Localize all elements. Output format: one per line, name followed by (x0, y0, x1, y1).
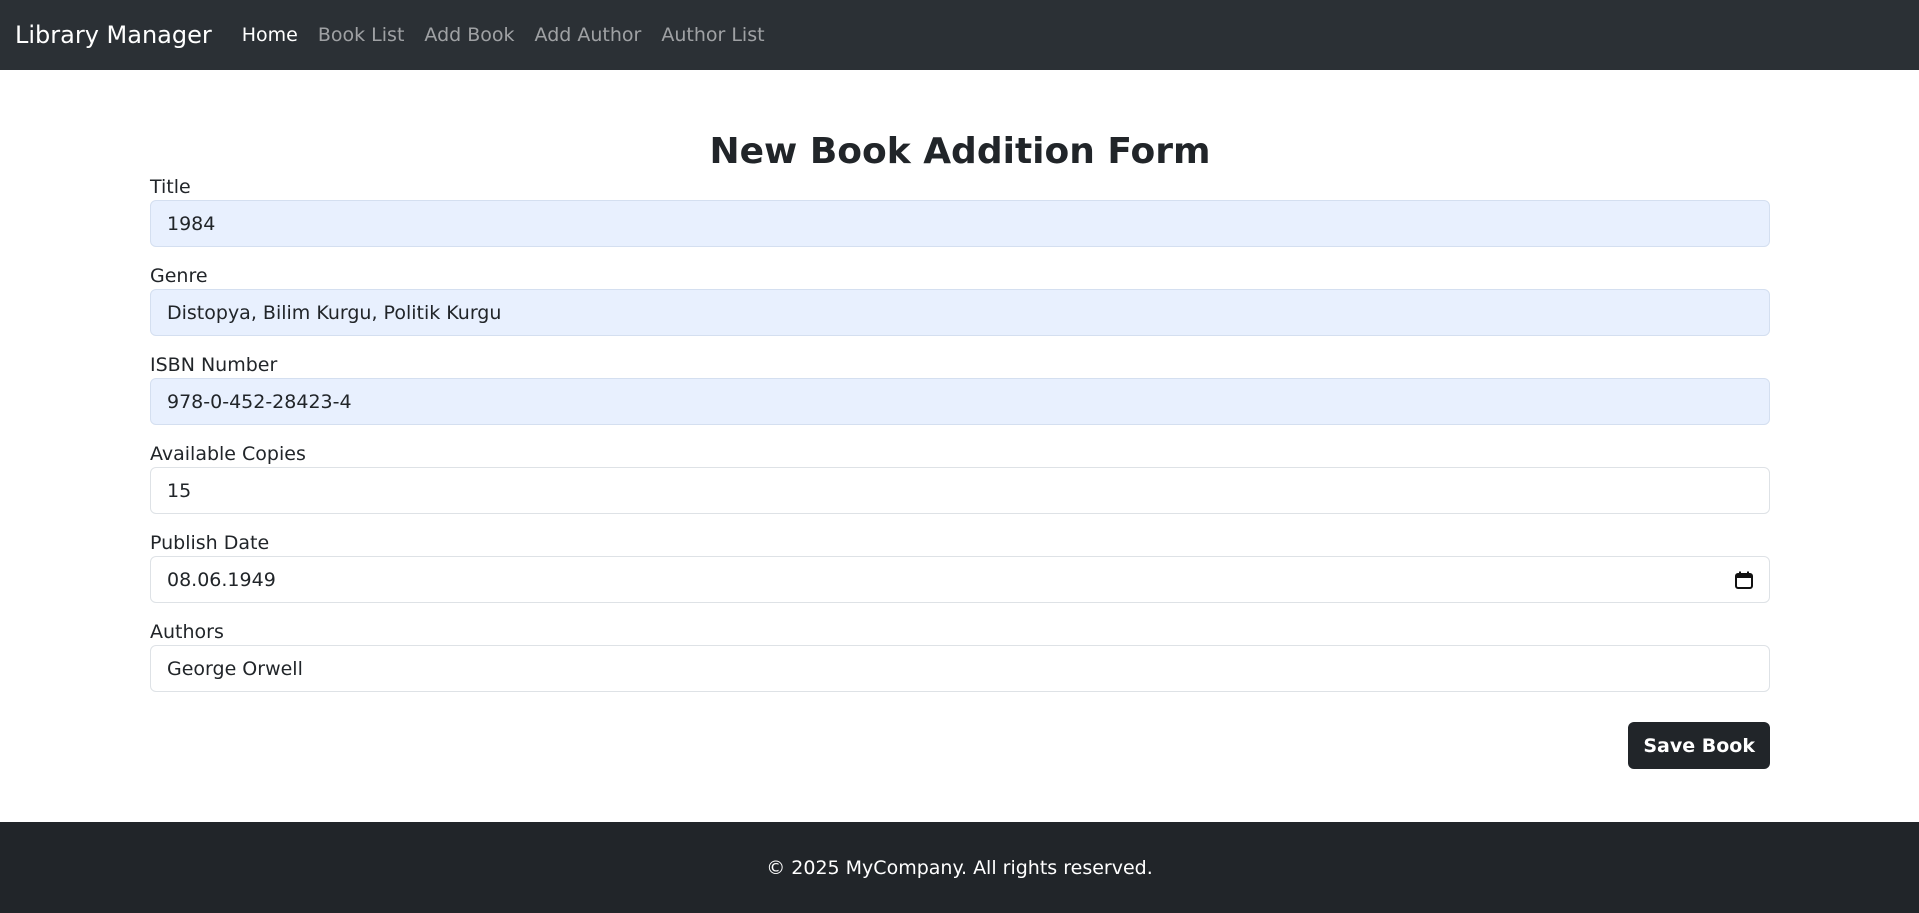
genre-input[interactable]: Distopya, Bilim Kurgu, Politik Kurgu (150, 289, 1770, 336)
nav-link-author-list[interactable]: Author List (661, 24, 764, 46)
genre-input-value: Distopya, Bilim Kurgu, Politik Kurgu (167, 301, 502, 324)
copies-label: Available Copies (150, 443, 306, 465)
authors-label: Authors (150, 621, 224, 643)
form-actions: Save Book (150, 722, 1770, 769)
isbn-input-value: 978-0-452-28423-4 (167, 390, 352, 413)
nav-link-home[interactable]: Home (242, 24, 298, 46)
copies-input[interactable]: 15 (150, 467, 1770, 514)
title-input-value: 1984 (167, 212, 216, 235)
genre-label: Genre (150, 265, 208, 287)
publish-date-label: Publish Date (150, 532, 270, 554)
publish-date-group: Publish Date 08.06.1949 (150, 530, 1770, 603)
navbar: Library Manager Home Book List Add Book … (0, 0, 1919, 70)
calendar-icon[interactable] (1735, 571, 1753, 589)
title-group: Title 1984 (150, 174, 1770, 247)
authors-group: Authors George Orwell (150, 619, 1770, 692)
page-title: New Book Addition Form (709, 131, 1211, 172)
copies-group: Available Copies 15 (150, 441, 1770, 514)
book-form: Title 1984 Genre Distopya, Bilim Kurgu, … (150, 174, 1770, 769)
save-book-button[interactable]: Save Book (1628, 722, 1770, 769)
authors-input[interactable]: George Orwell (150, 645, 1770, 692)
publish-date-input-value: 08.06.1949 (167, 568, 276, 591)
title-input[interactable]: 1984 (150, 200, 1770, 247)
nav-link-book-list[interactable]: Book List (318, 24, 405, 46)
nav-link-add-author[interactable]: Add Author (535, 24, 642, 46)
nav-link-add-book[interactable]: Add Book (424, 24, 514, 46)
publish-date-input[interactable]: 08.06.1949 (150, 556, 1770, 603)
brand-link[interactable]: Library Manager (15, 21, 212, 49)
footer-copyright: © 2025 MyCompany. All rights reserved. (766, 856, 1153, 879)
authors-input-value: George Orwell (167, 657, 303, 680)
isbn-label: ISBN Number (150, 354, 278, 376)
main-content: New Book Addition Form Title 1984 Genre … (150, 70, 1770, 769)
title-label: Title (150, 176, 191, 198)
isbn-group: ISBN Number 978-0-452-28423-4 (150, 352, 1770, 425)
copies-input-value: 15 (167, 479, 192, 502)
footer: © 2025 MyCompany. All rights reserved. (0, 822, 1919, 913)
isbn-input[interactable]: 978-0-452-28423-4 (150, 378, 1770, 425)
genre-group: Genre Distopya, Bilim Kurgu, Politik Kur… (150, 263, 1770, 336)
